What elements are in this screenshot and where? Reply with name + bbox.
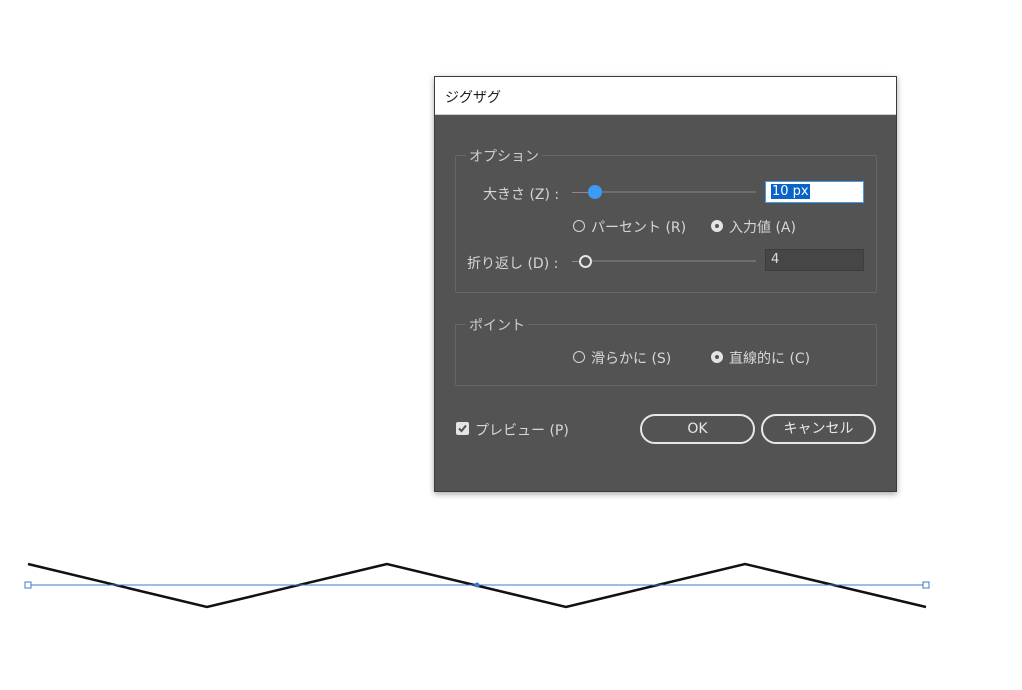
ridges-input[interactable]: 4 — [765, 249, 864, 271]
size-input-value: 10 px — [771, 184, 810, 199]
ridges-input-value: 4 — [771, 252, 780, 267]
smooth-radio-label[interactable]: 滑らかに (S) — [591, 348, 671, 368]
ok-button[interactable]: OK — [640, 414, 755, 444]
ridges-slider[interactable] — [582, 260, 756, 262]
absolute-radio-label[interactable]: 入力値 (A) — [729, 217, 796, 237]
ridges-label: 折り返し (D) : — [467, 256, 559, 272]
size-label: 大きさ (Z) : — [483, 187, 560, 203]
percent-radio-label[interactable]: パーセント (R) — [591, 217, 686, 237]
dialog-titlebar[interactable]: ジグザグ — [435, 77, 896, 115]
preview-checkbox[interactable] — [456, 422, 469, 435]
percent-radio[interactable] — [573, 220, 585, 232]
anchor-point-left[interactable] — [24, 581, 32, 589]
size-input[interactable]: 10 px — [765, 181, 864, 203]
center-point[interactable] — [474, 582, 480, 588]
preview-label[interactable]: プレビュー (P) — [475, 420, 569, 440]
size-slider[interactable] — [590, 191, 756, 193]
absolute-radio[interactable] — [711, 220, 723, 232]
zigzag-dialog: ジグザグ オプション 大きさ (Z) : 10 px パーセント (R) 入力値… — [434, 76, 897, 492]
cancel-button[interactable]: キャンセル — [761, 414, 876, 444]
checkmark-icon — [458, 424, 467, 433]
options-group-label: オプション — [466, 146, 542, 166]
smooth-radio[interactable] — [573, 351, 585, 363]
corner-radio[interactable] — [711, 351, 723, 363]
anchor-point-right[interactable] — [922, 581, 930, 589]
corner-radio-label[interactable]: 直線的に (C) — [729, 348, 810, 368]
dialog-title: ジグザグ — [445, 90, 501, 106]
ridges-slider-knob[interactable] — [579, 255, 592, 268]
points-group-label: ポイント — [466, 315, 528, 335]
size-slider-knob[interactable] — [588, 185, 602, 199]
